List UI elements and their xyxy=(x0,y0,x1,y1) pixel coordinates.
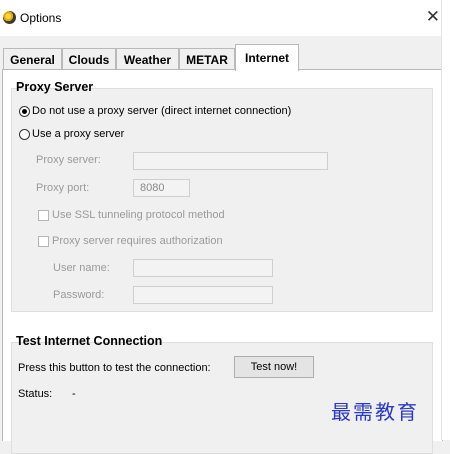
proxy-port-field[interactable]: 8080 xyxy=(133,179,190,197)
app-icon xyxy=(3,11,16,24)
radio-use-proxy[interactable] xyxy=(19,129,30,140)
window-title: Options xyxy=(20,11,62,25)
tab-weather[interactable]: Weather xyxy=(116,48,179,69)
tab-metar[interactable]: METAR xyxy=(179,48,235,69)
tab-internet[interactable]: Internet xyxy=(235,44,299,71)
user-name-field[interactable] xyxy=(133,259,273,277)
ssl-tunneling-label: Use SSL tunneling protocol method xyxy=(52,209,225,221)
password-field[interactable] xyxy=(133,286,273,304)
user-name-label: User name: xyxy=(53,262,110,274)
proxy-server-group xyxy=(11,88,433,312)
direct-connection-label: Do not use a proxy server (direct intern… xyxy=(32,105,292,117)
status-label: Status: xyxy=(18,388,53,400)
password-label: Password: xyxy=(53,289,105,301)
tab-clouds[interactable]: Clouds xyxy=(62,48,116,69)
use-proxy-label: Use a proxy server xyxy=(32,128,125,140)
radio-direct-connection[interactable] xyxy=(19,106,30,117)
tab-general[interactable]: General xyxy=(3,48,62,69)
title-bar: Options ✕ xyxy=(0,0,450,36)
proxy-auth-checkbox[interactable] xyxy=(38,236,49,247)
test-prompt-label: Press this button to test the connection… xyxy=(18,362,211,374)
status-value: - xyxy=(72,388,76,400)
proxy-port-label: Proxy port: xyxy=(36,182,90,194)
close-icon[interactable]: ✕ xyxy=(426,7,440,27)
tab-panel: Proxy Server Do not use a proxy server (… xyxy=(2,69,443,454)
test-group-title: Test Internet Connection xyxy=(16,334,163,348)
vertical-scrollbar[interactable] xyxy=(441,0,450,440)
proxy-group-title: Proxy Server xyxy=(16,80,94,94)
proxy-server-field[interactable] xyxy=(133,152,328,170)
watermark-text: 最需教育 xyxy=(331,400,419,424)
ssl-tunneling-checkbox[interactable] xyxy=(38,210,49,221)
proxy-server-label: Proxy server: xyxy=(36,154,101,166)
proxy-auth-label: Proxy server requires authorization xyxy=(52,235,223,247)
test-now-button[interactable]: Test now! xyxy=(234,356,314,378)
